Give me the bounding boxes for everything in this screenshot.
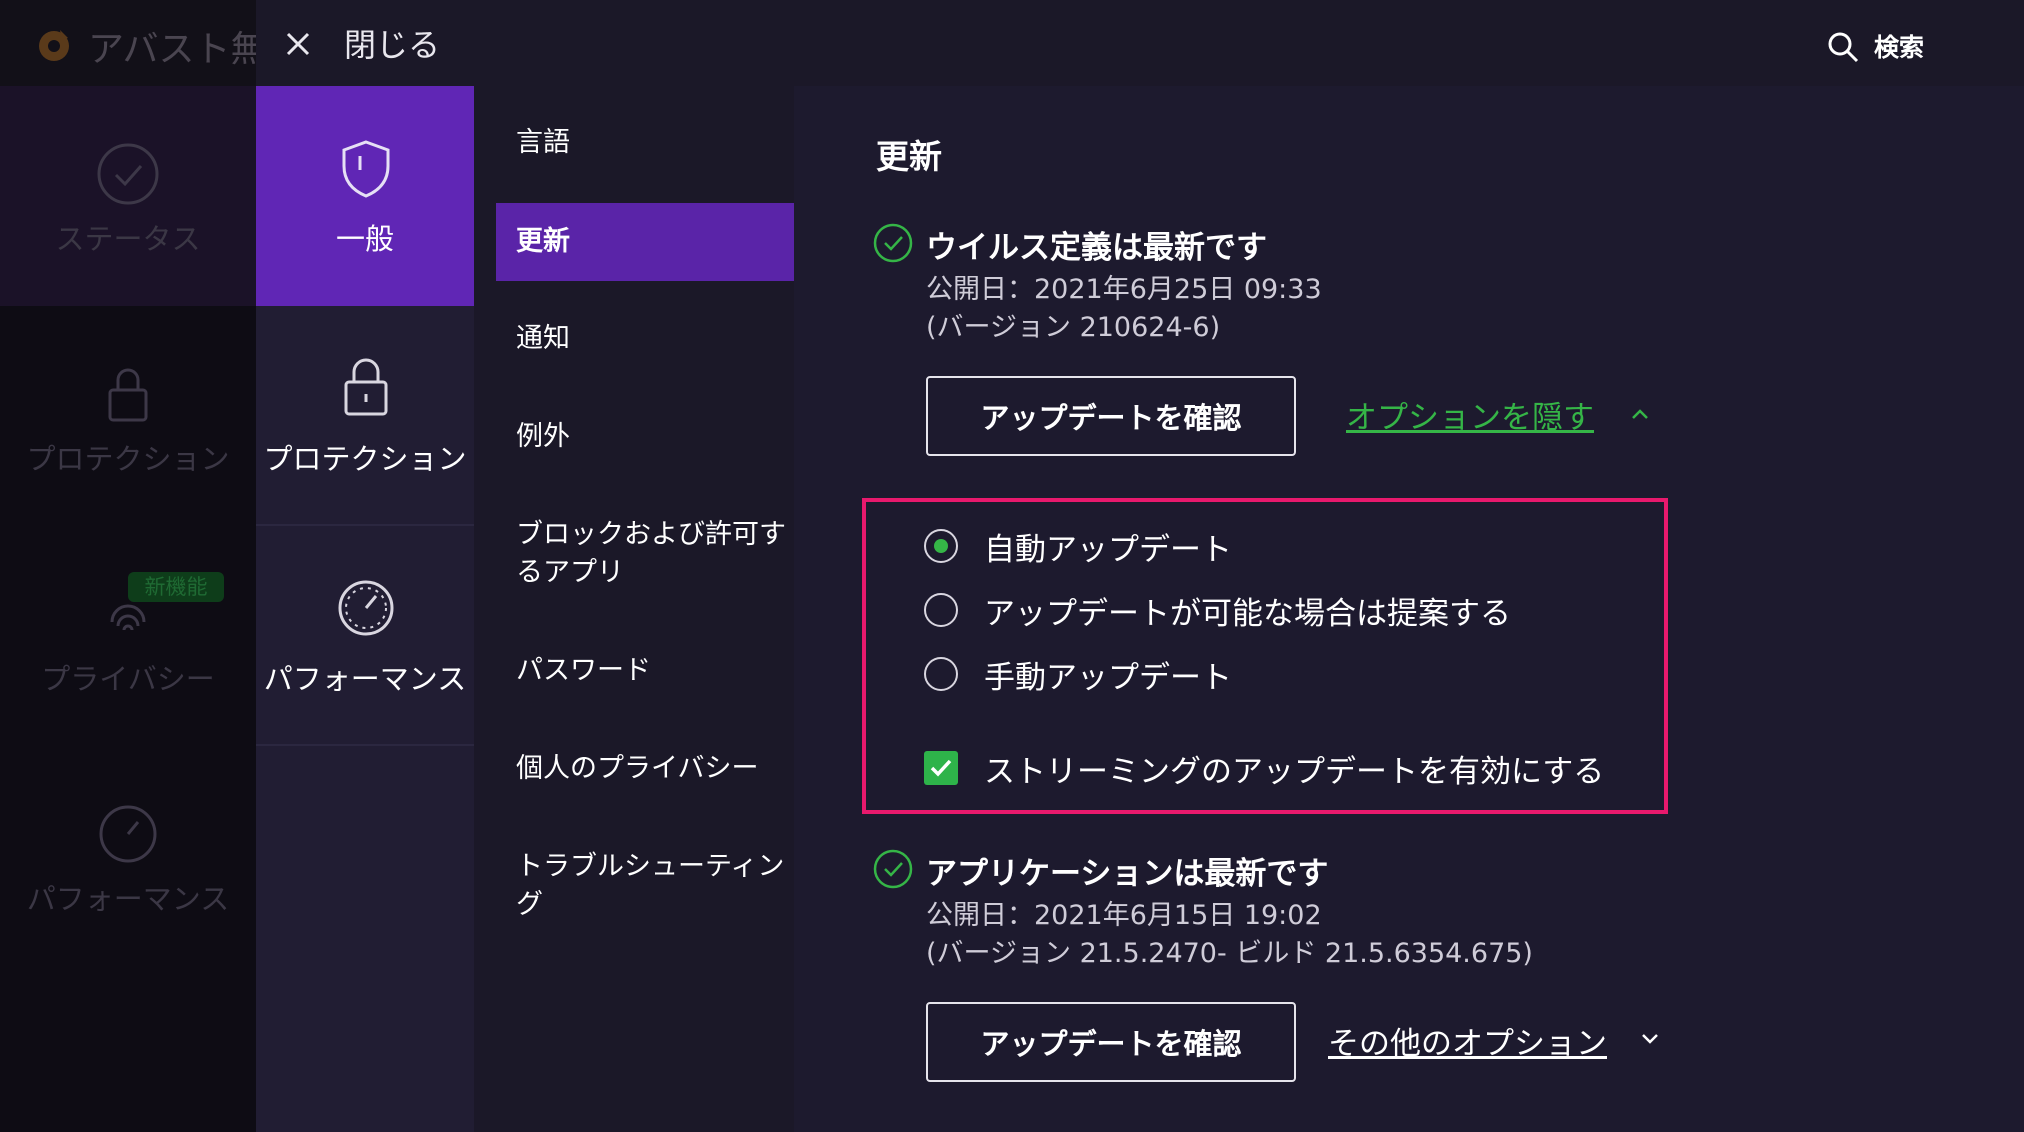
category-label: 一般 — [335, 222, 394, 256]
page-title: 更新 — [876, 137, 942, 176]
chevron-down-icon[interactable] — [1638, 1026, 1662, 1050]
application-status: アプリケーションは最新です — [926, 856, 1329, 892]
virus-definitions-published: 公開日：2021年6月25日 09:33 — [926, 274, 1322, 305]
application-published: 公開日：2021年6月15日 19:02 — [926, 900, 1322, 931]
radio-unselected[interactable] — [924, 657, 958, 691]
search-icon[interactable] — [1826, 30, 1860, 64]
background-nav-privacy: プライバシー — [0, 526, 256, 746]
category-label: プロテクション — [263, 442, 467, 476]
category-performance[interactable]: パフォーマンス — [256, 526, 474, 746]
checkbox-checked[interactable] — [924, 751, 958, 785]
lock-icon — [344, 358, 388, 416]
close-icon[interactable] — [280, 26, 316, 62]
check-virus-updates-button[interactable]: アップデートを確認 — [926, 376, 1296, 456]
category-label: パフォーマンス — [263, 662, 467, 696]
checkmark-icon — [930, 759, 952, 777]
background-nav-status: ステータス — [0, 86, 256, 306]
check-circle-icon — [97, 143, 159, 205]
new-feature-badge: 新機能 — [128, 572, 224, 602]
background-nav-protection: プロテクション — [0, 306, 256, 526]
speedometer-icon — [99, 805, 157, 863]
lock-icon — [108, 368, 148, 422]
radio-label: 手動アップデート — [984, 659, 1232, 696]
radio-unselected[interactable] — [924, 593, 958, 627]
speedometer-icon — [338, 580, 394, 636]
more-options-link[interactable]: その他のオプション — [1328, 1018, 1607, 1063]
avast-logo-icon — [39, 30, 69, 61]
radio-selected[interactable] — [924, 529, 958, 563]
subnav-item-passwords[interactable]: パスワード — [496, 652, 794, 690]
subnav-item-language[interactable]: 言語 — [496, 124, 794, 162]
subnav-item-notifications[interactable]: 通知 — [496, 320, 794, 358]
subnav-item-personal-privacy[interactable]: 個人のプライバシー — [496, 750, 794, 788]
radio-label: アップデートが可能な場合は提案する — [984, 595, 1511, 632]
auto-update-radio[interactable]: 自動アップデート — [924, 522, 1232, 570]
suggest-update-radio[interactable]: アップデートが可能な場合は提案する — [924, 586, 1511, 634]
settings-window: アバスト無料 ステータス プロテクション プライバシー 新機能 パフォーマンス — [0, 0, 2024, 1132]
close-button[interactable]: 閉じる — [344, 20, 440, 66]
check-circle-icon — [873, 849, 913, 889]
virus-definitions-version: (バージョン 210624-6) — [926, 312, 1221, 343]
checkbox-label: ストリーミングのアップデートを有効にする — [984, 753, 1605, 790]
check-circle-icon — [873, 223, 913, 263]
background-nav-label: プライバシー — [41, 662, 215, 696]
check-app-updates-button[interactable]: アップデートを確認 — [926, 1002, 1296, 1082]
chevron-up-icon[interactable] — [1628, 402, 1652, 426]
background-nav-performance: パフォーマンス — [0, 746, 256, 966]
subnav-item-troubleshooting[interactable]: トラブルシューティング — [496, 848, 786, 924]
radio-label: 自動アップデート — [984, 531, 1232, 568]
subnav-item-blocked-allowed-apps[interactable]: ブロックおよび許可するアプリ — [496, 516, 786, 592]
background-nav-label: プロテクション — [26, 442, 230, 476]
category-protection[interactable]: プロテクション — [256, 306, 474, 526]
settings-topbar — [256, 0, 2024, 86]
background-app-header: アバスト無料 — [0, 0, 303, 86]
search-button[interactable]: 検索 — [1874, 28, 1924, 64]
hide-options-link[interactable]: オプションを隠す — [1346, 392, 1594, 437]
subnav-item-exceptions[interactable]: 例外 — [496, 418, 794, 456]
virus-definitions-status: ウイルス定義は最新です — [926, 230, 1267, 266]
application-version: (バージョン 21.5.2470- ビルド 21.5.6354.675) — [926, 938, 1533, 969]
category-general[interactable]: 一般 — [256, 86, 474, 306]
shield-icon — [342, 140, 390, 198]
subnav-item-update[interactable]: 更新 — [496, 203, 794, 281]
manual-update-radio[interactable]: 手動アップデート — [924, 650, 1232, 698]
streaming-updates-checkbox[interactable]: ストリーミングのアップデートを有効にする — [924, 744, 1604, 792]
background-nav-label: パフォーマンス — [26, 882, 230, 916]
background-nav-label: ステータス — [55, 222, 201, 256]
